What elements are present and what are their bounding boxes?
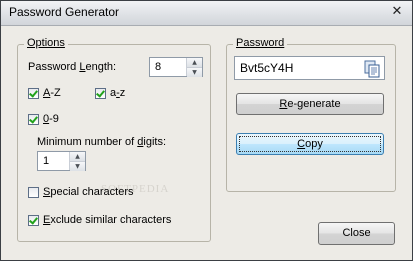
copy-to-clipboard-icon[interactable] [364, 60, 380, 78]
window-title: Password Generator [9, 5, 120, 19]
checkbox-lowercase-box[interactable] [95, 87, 106, 99]
password-length-spin-buttons: ▲ ▼ [186, 58, 202, 77]
password-length-label: Password Length: [28, 61, 117, 73]
spin-down-icon[interactable]: ▼ [187, 67, 202, 77]
checkbox-special-characters[interactable]: Special characters [28, 186, 134, 198]
checkbox-digits-box[interactable] [28, 113, 39, 125]
min-digits-stepper[interactable]: 1 ▲ ▼ [37, 151, 86, 171]
checkbox-digits-label: 0-9 [43, 113, 59, 125]
copy-button[interactable]: Copy [236, 133, 384, 155]
password-legend: Password [233, 37, 288, 49]
dialog-client-area: Options Password Length: 8 ▲ ▼ A-Z a-z 0… [1, 26, 412, 260]
checkbox-uppercase[interactable]: A-Z [28, 87, 61, 99]
checkbox-uppercase-label: A-Z [43, 87, 61, 99]
password-length-value[interactable]: 8 [150, 58, 186, 76]
options-legend: Options [24, 37, 68, 49]
title-bar[interactable]: Password Generator ✕ [1, 1, 412, 26]
min-digits-spin-buttons: ▲ ▼ [69, 152, 85, 171]
checkbox-exclude-similar-box[interactable] [28, 214, 39, 226]
regenerate-button[interactable]: Re-generate [236, 93, 384, 115]
checkbox-special-characters-label: Special characters [43, 186, 134, 198]
checkbox-lowercase[interactable]: a-z [95, 87, 125, 99]
password-length-stepper[interactable]: 8 ▲ ▼ [149, 57, 203, 77]
checkbox-uppercase-box[interactable] [28, 87, 39, 99]
checkbox-exclude-similar-label: Exclude similar characters [43, 214, 172, 226]
spin-up-icon[interactable]: ▲ [70, 152, 85, 161]
close-button[interactable]: Close [318, 222, 395, 245]
password-output-field[interactable]: Bvt5cY4H [234, 56, 385, 80]
close-window-icon[interactable]: ✕ [388, 3, 406, 21]
password-value[interactable]: Bvt5cY4H [240, 61, 293, 75]
checkbox-digits[interactable]: 0-9 [28, 113, 59, 125]
password-generator-window: Password Generator ✕ Options Password Le… [0, 0, 413, 261]
spin-down-icon[interactable]: ▼ [70, 161, 85, 171]
min-digits-label: Minimum number of digits: [37, 136, 167, 148]
checkbox-lowercase-label: a-z [110, 87, 126, 99]
min-digits-value[interactable]: 1 [38, 152, 69, 170]
checkbox-special-characters-box[interactable] [28, 186, 39, 198]
checkbox-exclude-similar[interactable]: Exclude similar characters [28, 214, 171, 226]
spin-up-icon[interactable]: ▲ [187, 58, 202, 67]
